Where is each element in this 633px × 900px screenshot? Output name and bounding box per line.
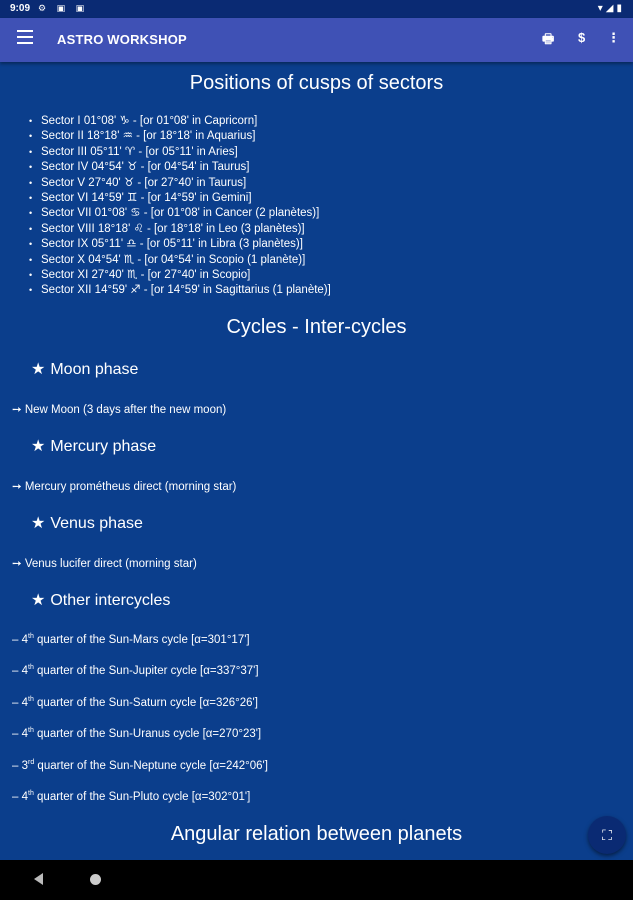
moon-phase-title: Moon phase [50,361,139,378]
list-item: Sector IV 04°54' ♉ - [or 04°54' in Tauru… [29,160,331,175]
intercycle-text: quarter of the Sun-Jupiter cycle [α=337°… [33,664,259,677]
section-title-cusps: Positions of cusps of sectors [189,72,444,94]
arrow-icon: ➙ [12,558,22,570]
intercycle-text: quarter of the Sun-Saturn cycle [α=326°2… [33,696,258,709]
navigation-bar [0,860,633,900]
list-item: Sector VII 01°08' ♋ - [or 01°08' in Canc… [29,206,331,221]
home-icon[interactable] [90,874,101,885]
moon-phase-text: New Moon (3 days after the new moon) [24,404,227,416]
star-icon: ★ [31,438,46,455]
list-item: Sector X 04°54' ♏ - [or 04°54' in Scopio… [29,253,331,268]
intercycle-line: – 4th quarter of the Sun-Uranus cycle [α… [12,727,262,740]
report-content[interactable]: Positions of cusps of sectors Sector I 0… [0,62,633,860]
back-icon[interactable] [34,873,43,885]
section-title-cycles: Cycles - Inter-cycles [226,316,407,338]
menu-icon[interactable] [17,30,33,44]
intercycle-text: quarter of the Sun-Neptune cycle [α=242°… [34,759,268,772]
print-icon[interactable]: 🖶 [542,30,554,52]
list-item: Sector VIII 18°18' ♌ - [or 18°18' in Leo… [29,222,331,237]
capture-icon: ⛶ [602,827,612,843]
mercury-phase-text: Mercury prométheus direct (morning star) [24,481,237,493]
intercycle-text: quarter of the Sun-Uranus cycle [α=270°2… [33,727,262,740]
arrow-icon: ➙ [12,404,22,416]
notification-icons: ⚙ ▣ ▣ [38,3,89,13]
venus-phase-text: Venus lucifer direct (morning star) [24,558,197,570]
dollar-button[interactable]: $ [578,30,585,45]
app-bar: ASTRO WORKSHOP 🖶 $ ⋮ [0,18,633,62]
status-time: 9:09 [10,3,31,14]
status-bar: 9:09 ⚙ ▣ ▣ ▾◢▮ [0,0,633,18]
system-status-icons: ▾◢▮ [597,3,625,14]
venus-phase-title: Venus phase [50,515,143,532]
screenshot-fab-button[interactable]: ⛶ [588,816,626,854]
other-intercycles-heading: ★ Other intercycles [31,590,170,610]
moon-phase-heading: ★ Moon phase [31,359,138,379]
app-title: ASTRO WORKSHOP [57,32,187,47]
mercury-phase-heading: ★ Mercury phase [31,436,156,456]
list-item: Sector XII 14°59' ♐ - [or 14°59' in Sagi… [29,283,331,298]
moon-phase-line: ➙ New Moon (3 days after the new moon) [12,402,226,416]
intercycle-line: – 4th quarter of the Sun-Jupiter cycle [… [12,664,259,677]
other-intercycles-title: Other intercycles [50,592,171,609]
list-item: Sector II 18°18' ♒ - [or 18°18' in Aquar… [29,129,331,144]
list-item: Sector VI 14°59' ♊ - [or 14°59' in Gemin… [29,191,331,206]
intercycle-line: – 4th quarter of the Sun-Pluto cycle [α=… [12,790,251,803]
list-item: Sector IX 05°11' ♎ - [or 05°11' in Libra… [29,237,331,252]
arrow-icon: ➙ [12,481,22,493]
venus-phase-heading: ★ Venus phase [31,513,143,533]
venus-phase-line: ➙ Venus lucifer direct (morning star) [12,556,197,570]
star-icon: ★ [31,592,46,609]
section-title-angular: Angular relation between planets [170,823,463,845]
intercycle-line: – 4th quarter of the Sun-Mars cycle [α=3… [12,633,250,646]
mercury-phase-title: Mercury phase [50,438,157,455]
star-icon: ★ [31,361,46,378]
mercury-phase-line: ➙ Mercury prométheus direct (morning sta… [12,479,236,493]
intercycle-line: – 3rd quarter of the Sun-Neptune cycle [… [12,759,268,772]
sector-list: Sector I 01°08' ♑ - [or 01°08' in Capric… [29,114,331,299]
list-item: Sector I 01°08' ♑ - [or 01°08' in Capric… [29,114,331,129]
intercycle-line: – 4th quarter of the Sun-Saturn cycle [α… [12,696,258,709]
intercycle-text: quarter of the Sun-Pluto cycle [α=302°01… [33,790,251,803]
list-item: Sector III 05°11' ♈ - [or 05°11' in Arie… [29,145,331,160]
star-icon: ★ [31,515,46,532]
intercycle-text: quarter of the Sun-Mars cycle [α=301°17'… [33,633,250,646]
list-item: Sector V 27°40' ♉ - [or 27°40' in Taurus… [29,176,331,191]
list-item: Sector XI 27°40' ♏ - [or 27°40' in Scopi… [29,268,331,283]
more-options-icon[interactable]: ⋮ [607,30,620,46]
